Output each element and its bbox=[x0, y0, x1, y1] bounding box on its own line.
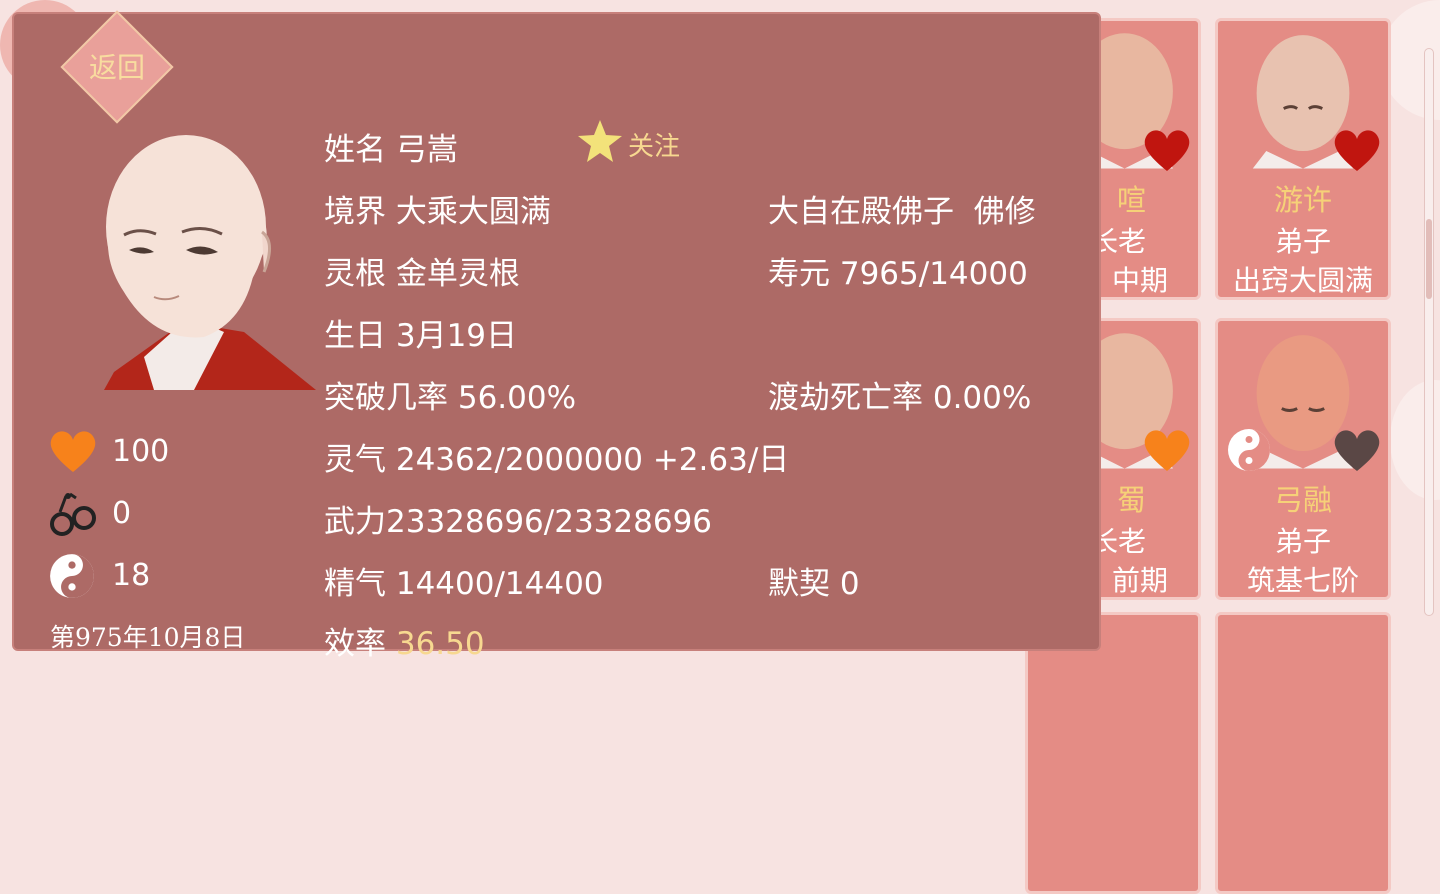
affection-heart-icon bbox=[1334, 130, 1380, 171]
character-detail-panel: 返回 100 0 18 第975年10月8日 姓名 弓嵩 关注 境界 大乘大圆满… bbox=[12, 10, 1101, 662]
essence-value: 14400/14400 bbox=[395, 566, 604, 602]
affection-value: 100 bbox=[112, 434, 170, 469]
realm-label: 境界 bbox=[324, 194, 386, 230]
realm-field: 境界 大乘大圆满 bbox=[324, 186, 551, 231]
name-field: 姓名 弓嵩 bbox=[324, 124, 458, 169]
name-value: 弓嵩 bbox=[395, 132, 458, 168]
bond-label: 默契 bbox=[768, 566, 830, 602]
shackles-icon bbox=[50, 492, 96, 536]
essence-label: 精气 bbox=[324, 566, 386, 602]
yinyang-value: 18 bbox=[112, 558, 151, 593]
scrollbar[interactable] bbox=[1424, 48, 1434, 616]
birthday-field: 生日 3月19日 bbox=[324, 310, 517, 355]
disciple-role: 弟子 bbox=[1274, 225, 1331, 258]
disciple-card[interactable]: 游许 弟子 出窍大圆满 bbox=[1215, 18, 1391, 300]
qi-label: 灵气 bbox=[324, 442, 386, 478]
force-label: 武力 bbox=[324, 504, 386, 540]
scrollbar-thumb[interactable] bbox=[1426, 219, 1432, 299]
lifespan-field: 寿元 7965/14000 bbox=[768, 248, 1028, 293]
back-button-label: 返回 bbox=[88, 51, 145, 84]
affection-heart-icon bbox=[1334, 430, 1380, 471]
disciple-role: 弟子 bbox=[1274, 525, 1331, 558]
sect-title: 大自在殿佛子 bbox=[768, 194, 954, 230]
title-field: 大自在殿佛子 佛修 bbox=[768, 186, 1036, 231]
force-field: 武力23328696/23328696 bbox=[324, 496, 712, 541]
lifespan-value: 7965/14000 bbox=[839, 256, 1028, 292]
shackles-value: 0 bbox=[112, 496, 132, 531]
birthday-value: 3月19日 bbox=[395, 318, 518, 354]
star-icon[interactable] bbox=[576, 118, 624, 164]
efficiency-label: 效率 bbox=[324, 626, 386, 662]
lifespan-label: 寿元 bbox=[768, 256, 830, 292]
force-value: 23328696/23328696 bbox=[386, 504, 713, 540]
spirit-root-field: 灵根 金单灵根 bbox=[324, 248, 520, 293]
disciple-realm: 出窍大圆满 bbox=[1232, 264, 1373, 297]
name-label: 姓名 bbox=[324, 132, 386, 168]
spirit-root-label: 灵根 bbox=[324, 256, 386, 292]
disciple-name: 弓融 bbox=[1273, 483, 1332, 517]
efficiency-field: 效率 36.50 bbox=[324, 618, 485, 663]
qi-value: 24362/2000000 +2.63/日 bbox=[395, 442, 790, 478]
disciple-card[interactable] bbox=[1215, 612, 1391, 894]
back-button[interactable]: 返回 bbox=[60, 10, 174, 124]
efficiency-value: 36.50 bbox=[395, 626, 485, 662]
birthday-label: 生日 bbox=[324, 318, 386, 354]
bond-field: 默契 0 bbox=[768, 558, 860, 603]
affection-heart-icon bbox=[1144, 130, 1190, 171]
breakthrough-label: 突破几率 bbox=[324, 380, 448, 416]
cultivation-type: 佛修 bbox=[973, 194, 1036, 230]
tribulation-label: 渡劫死亡率 bbox=[768, 380, 923, 416]
disciple-card[interactable] bbox=[1025, 612, 1201, 894]
breakthrough-value: 56.00% bbox=[457, 380, 577, 416]
tribulation-field: 渡劫死亡率 0.00% bbox=[768, 372, 1031, 417]
disciple-name: 游许 bbox=[1273, 183, 1332, 217]
essence-field: 精气 14400/14400 bbox=[324, 558, 604, 603]
affection-heart-icon bbox=[50, 431, 96, 472]
spirit-root-value: 金单灵根 bbox=[395, 256, 520, 292]
disciple-realm: 筑基七阶 bbox=[1246, 564, 1359, 597]
qi-field: 灵气 24362/2000000 +2.63/日 bbox=[324, 434, 789, 479]
follow-button[interactable]: 关注 bbox=[628, 126, 680, 163]
game-date: 第975年10月8日 bbox=[50, 623, 246, 652]
character-portrait bbox=[104, 135, 316, 390]
disciple-card[interactable]: 弓融 弟子 筑基七阶 bbox=[1215, 318, 1391, 600]
realm-value: 大乘大圆满 bbox=[395, 194, 551, 230]
yinyang-icon bbox=[1228, 429, 1270, 471]
affection-heart-icon bbox=[1144, 430, 1190, 471]
tribulation-value: 0.00% bbox=[932, 380, 1032, 416]
yinyang-icon bbox=[50, 554, 94, 598]
breakthrough-field: 突破几率 56.00% bbox=[324, 372, 576, 417]
bond-value: 0 bbox=[839, 566, 860, 602]
